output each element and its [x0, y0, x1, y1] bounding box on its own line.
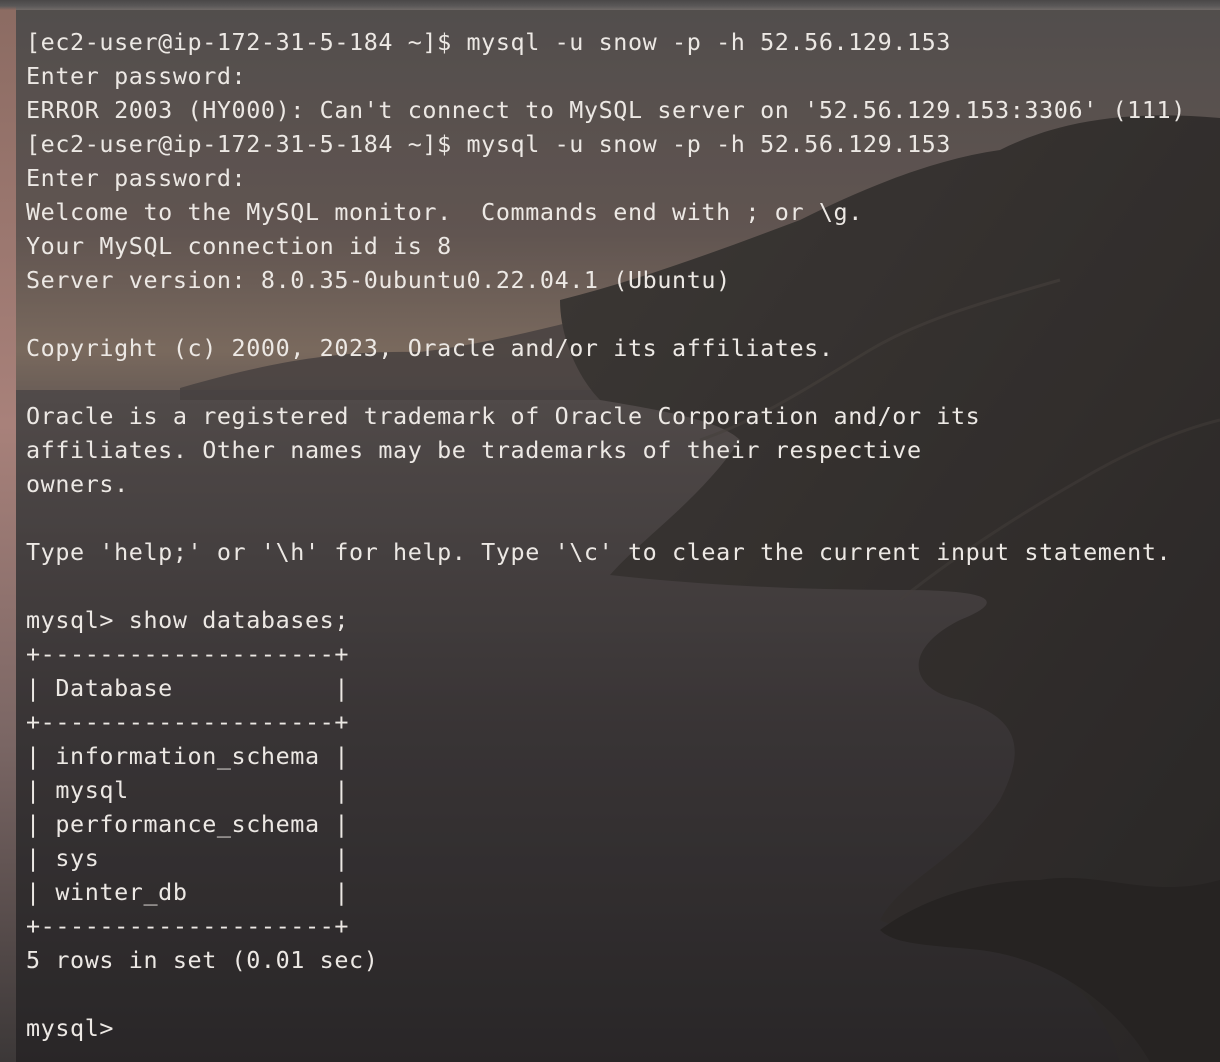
terminal-line: +--------------------+: [26, 708, 350, 736]
window-top-edge: [0, 0, 1220, 10]
terminal-line: Server version: 8.0.35-0ubuntu0.22.04.1 …: [26, 266, 731, 294]
terminal-line: 5 rows in set (0.01 sec): [26, 946, 379, 974]
terminal-line: | sys |: [26, 844, 350, 872]
terminal-output[interactable]: [ec2-user@ip-172-31-5-184 ~]$ mysql -u s…: [26, 25, 1216, 1045]
terminal-line: | Database |: [26, 674, 350, 702]
terminal-line: | winter_db |: [26, 878, 350, 906]
terminal-line: +--------------------+: [26, 912, 350, 940]
terminal-line: Copyright (c) 2000, 2023, Oracle and/or …: [26, 334, 834, 362]
terminal-line: owners.: [26, 470, 129, 498]
terminal-line: Type 'help;' or '\h' for help. Type '\c'…: [26, 538, 1172, 566]
terminal-line: Your MySQL connection id is 8: [26, 232, 452, 260]
terminal-line: mysql> show databases;: [26, 606, 350, 634]
terminal-line: ERROR 2003 (HY000): Can't connect to MyS…: [26, 96, 1186, 124]
terminal-line: | mysql |: [26, 776, 350, 804]
terminal-line: [ec2-user@ip-172-31-5-184 ~]$ mysql -u s…: [26, 130, 951, 158]
terminal-window[interactable]: [ec2-user@ip-172-31-5-184 ~]$ mysql -u s…: [16, 10, 1220, 1062]
terminal-line: +--------------------+: [26, 640, 350, 668]
mysql-prompt[interactable]: mysql>: [26, 1011, 1216, 1045]
terminal-line: | information_schema |: [26, 742, 350, 770]
terminal-line: [ec2-user@ip-172-31-5-184 ~]$ mysql -u s…: [26, 28, 951, 56]
terminal-line: | performance_schema |: [26, 810, 350, 838]
terminal-line: Enter password:: [26, 62, 247, 90]
terminal-line: Oracle is a registered trademark of Orac…: [26, 402, 981, 430]
window-left-edge: [0, 0, 16, 1062]
terminal-line: affiliates. Other names may be trademark…: [26, 436, 922, 464]
terminal-line: Welcome to the MySQL monitor. Commands e…: [26, 198, 863, 226]
terminal-line: Enter password:: [26, 164, 247, 192]
